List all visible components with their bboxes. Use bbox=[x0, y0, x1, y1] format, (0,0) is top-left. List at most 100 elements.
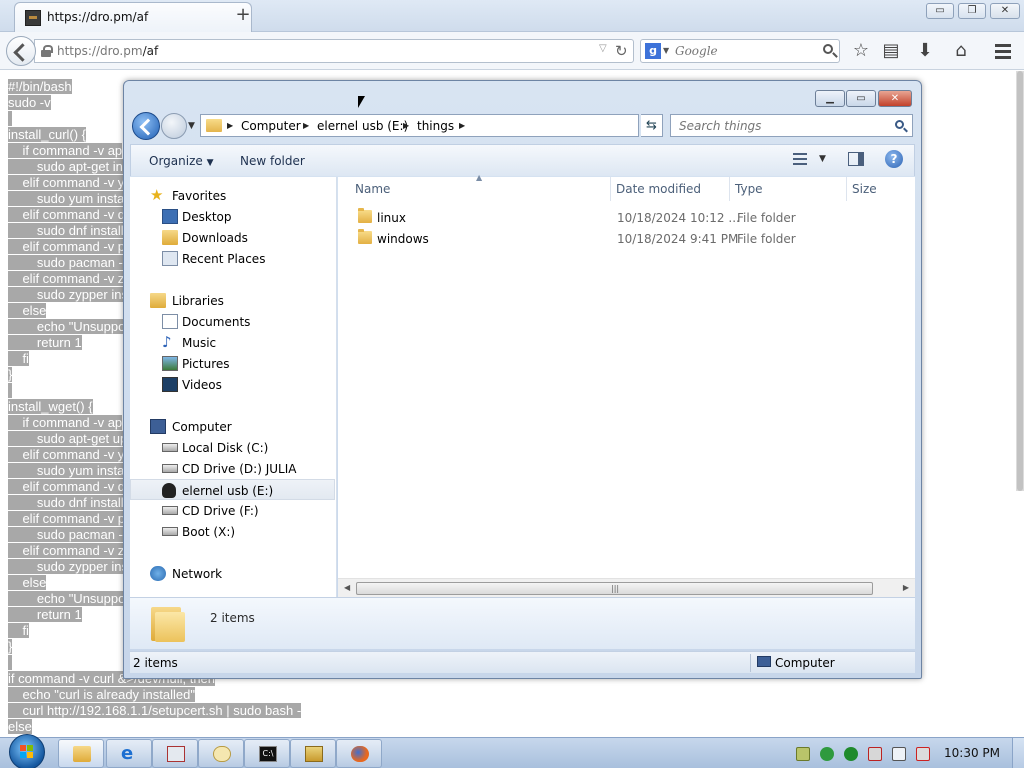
nav-cd-drive-f[interactable]: CD Drive (F:) bbox=[130, 500, 335, 521]
taskbar-explorer-button[interactable] bbox=[58, 739, 104, 768]
nav-local-disk-c[interactable]: Local Disk (C:) bbox=[130, 437, 335, 458]
back-button[interactable] bbox=[6, 36, 36, 66]
url-history-dropdown-icon[interactable]: ▽ bbox=[599, 43, 607, 54]
taskbar-paint-button[interactable] bbox=[198, 739, 244, 768]
bookmarks-list-icon[interactable]: ▤ bbox=[878, 38, 904, 64]
breadcrumb-things[interactable]: things bbox=[417, 119, 454, 133]
code-line: } bbox=[8, 367, 13, 382]
column-header-type[interactable]: Type bbox=[731, 177, 847, 201]
nav-boot-x[interactable]: Boot (X:) bbox=[130, 521, 335, 542]
explorer-search-input[interactable] bbox=[679, 118, 879, 134]
organize-button[interactable]: Organize ▼ bbox=[149, 154, 214, 168]
nav-desktop[interactable]: Desktop bbox=[130, 206, 335, 227]
search-input[interactable] bbox=[675, 43, 815, 59]
reload-icon[interactable]: ↻ bbox=[615, 42, 628, 60]
nav-pictures-label: Pictures bbox=[182, 357, 230, 371]
new-tab-button[interactable]: + bbox=[232, 4, 254, 26]
taskbar-clock[interactable]: 10:30 PM bbox=[944, 746, 1000, 760]
nav-recent-places[interactable]: Recent Places bbox=[130, 248, 335, 269]
mouse-cursor-icon bbox=[358, 96, 365, 108]
chevron-right-icon[interactable]: ▶ bbox=[227, 121, 233, 130]
breadcrumb-usb-drive[interactable]: elernel usb (E:) bbox=[317, 119, 408, 133]
refresh-icon[interactable]: ⇆ bbox=[641, 114, 663, 137]
scroll-left-icon[interactable]: ◀ bbox=[344, 583, 350, 592]
taskbar-ie-button[interactable]: e bbox=[106, 739, 152, 768]
code-line: fi bbox=[8, 351, 29, 366]
nav-music[interactable]: ♪ Music bbox=[130, 332, 335, 353]
column-header-name[interactable]: Name bbox=[338, 177, 611, 201]
search-icon[interactable] bbox=[823, 44, 833, 54]
search-icon[interactable] bbox=[895, 120, 904, 129]
url-host: https://dro.pm bbox=[57, 44, 143, 58]
nav-libraries[interactable]: Libraries bbox=[130, 290, 335, 311]
url-bar[interactable]: https://dro.pm/af ▽ ↻ bbox=[34, 39, 634, 63]
column-header-date-modified[interactable]: Date modified bbox=[612, 177, 730, 201]
tray-play-icon[interactable] bbox=[844, 747, 858, 761]
downloads-icon[interactable]: ⬇ bbox=[912, 38, 938, 64]
linux-penguin-drive-icon bbox=[162, 483, 176, 498]
change-view-icon[interactable] bbox=[793, 153, 807, 165]
scroll-right-icon[interactable]: ▶ bbox=[903, 583, 909, 592]
explorer-back-button[interactable] bbox=[132, 112, 160, 140]
status-location: Computer bbox=[775, 656, 835, 670]
taskbar-firefox-button[interactable] bbox=[336, 739, 382, 768]
breadcrumb-computer[interactable]: Computer bbox=[241, 119, 301, 133]
show-desktop-button[interactable] bbox=[1012, 738, 1024, 768]
tray-app-icon[interactable] bbox=[868, 747, 882, 761]
start-button[interactable] bbox=[9, 734, 45, 768]
chevron-right-icon[interactable]: ▶ bbox=[303, 121, 309, 130]
taskbar-app-button[interactable] bbox=[152, 739, 198, 768]
horizontal-scrollbar-thumb[interactable]: ||| bbox=[356, 582, 873, 595]
explorer-forward-button[interactable] bbox=[161, 113, 187, 139]
view-options-dropdown-icon[interactable]: ▼ bbox=[819, 154, 826, 164]
chevron-right-icon[interactable]: ▶ bbox=[403, 121, 409, 130]
google-engine-icon[interactable]: g bbox=[645, 43, 661, 59]
nav-usb-drive-e[interactable]: elernel usb (E:) bbox=[130, 479, 335, 500]
search-box[interactable]: g ▼ bbox=[640, 39, 840, 63]
chevron-right-icon[interactable]: ▶ bbox=[459, 121, 465, 130]
page-scrollbar[interactable] bbox=[1016, 71, 1024, 491]
taskbar-archive-button[interactable] bbox=[290, 739, 336, 768]
nav-pictures[interactable]: Pictures bbox=[130, 353, 335, 374]
address-bar[interactable]: ▶ Computer ▶ elernel usb (E:) ▶ things ▶… bbox=[200, 114, 708, 137]
tray-network-icon[interactable] bbox=[796, 747, 810, 761]
nav-cd-drive-d[interactable]: CD Drive (D:) JULIA bbox=[130, 458, 335, 479]
nav-computer[interactable]: Computer bbox=[130, 416, 335, 437]
file-name: windows bbox=[377, 232, 429, 246]
browser-close-button[interactable]: ✕ bbox=[990, 3, 1020, 19]
column-header-size[interactable]: Size bbox=[848, 177, 910, 201]
explorer-folder-icon bbox=[73, 746, 91, 762]
tray-display-icon[interactable] bbox=[892, 747, 906, 761]
help-icon[interactable]: ? bbox=[885, 150, 903, 168]
network-icon bbox=[150, 566, 166, 581]
file-row-windows[interactable]: windows 10/18/2024 9:41 PM File folder bbox=[338, 228, 915, 249]
documents-icon bbox=[162, 314, 178, 329]
page-scrollbar-thumb[interactable] bbox=[1017, 71, 1023, 491]
horizontal-scrollbar[interactable]: ◀ ||| ▶ bbox=[338, 578, 915, 597]
explorer-maximize-button[interactable]: ▭ bbox=[846, 90, 876, 107]
browser-maximize-button[interactable]: ❐ bbox=[958, 3, 986, 19]
browser-tab[interactable]: https://dro.pm/af bbox=[14, 2, 252, 32]
tray-security-icon[interactable] bbox=[820, 747, 834, 761]
browser-minimize-button[interactable]: ▭ bbox=[926, 3, 954, 19]
nav-documents[interactable]: Documents bbox=[130, 311, 335, 332]
home-icon[interactable]: ⌂ bbox=[948, 38, 974, 64]
nav-network[interactable]: Network bbox=[130, 563, 335, 584]
taskbar-cmd-button[interactable]: C:\ bbox=[244, 739, 290, 768]
explorer-close-button[interactable]: ✕ bbox=[878, 90, 912, 107]
preview-pane-icon[interactable] bbox=[848, 152, 864, 166]
engine-dropdown-icon[interactable]: ▼ bbox=[663, 46, 669, 55]
new-folder-button[interactable]: New folder bbox=[240, 154, 305, 168]
url-path: /af bbox=[142, 44, 159, 58]
nav-videos[interactable]: Videos bbox=[130, 374, 335, 395]
tray-volume-muted-icon[interactable] bbox=[916, 747, 930, 761]
nav-usb-drive-e-label: elernel usb (E:) bbox=[182, 484, 274, 498]
recent-pages-dropdown-icon[interactable]: ▼ bbox=[188, 121, 195, 131]
nav-favorites[interactable]: ★ Favorites bbox=[130, 185, 335, 206]
file-row-linux[interactable]: linux 10/18/2024 10:12 ... File folder bbox=[338, 207, 915, 228]
explorer-minimize-button[interactable]: ▁ bbox=[815, 90, 845, 107]
bookmark-star-icon[interactable]: ☆ bbox=[848, 38, 874, 64]
nav-downloads[interactable]: Downloads bbox=[130, 227, 335, 248]
explorer-search-box[interactable] bbox=[670, 114, 913, 137]
hamburger-menu-icon[interactable] bbox=[990, 38, 1016, 64]
